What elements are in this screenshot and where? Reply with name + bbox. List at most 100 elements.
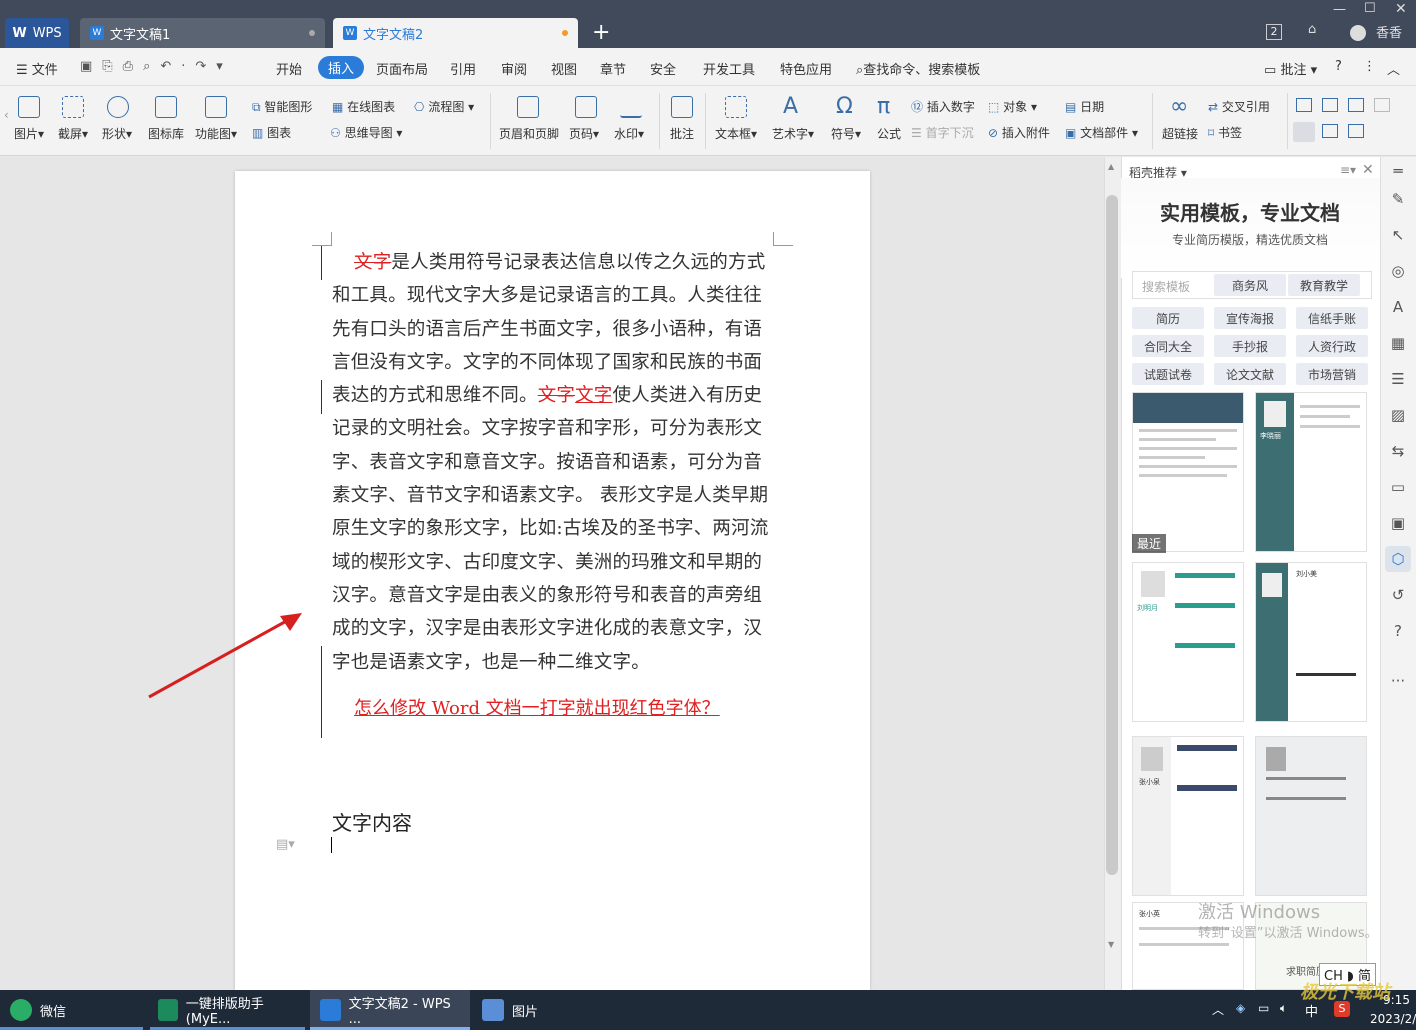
- header-footer-button[interactable]: 页眉和页脚: [499, 125, 559, 142]
- tray-network-icon[interactable]: ◈: [1236, 1001, 1245, 1015]
- smart-shape-button[interactable]: ⧉ 智能图形: [252, 98, 312, 115]
- box-icon[interactable]: ▭: [1389, 478, 1407, 496]
- attachment-button[interactable]: ⊘ 插入附件: [988, 124, 1050, 141]
- window-count-badge[interactable]: 2: [1266, 24, 1282, 40]
- mindmap-button[interactable]: ⚇ 思维导图 ▾: [330, 124, 402, 141]
- menu-home[interactable]: 开始: [276, 59, 302, 78]
- user-name[interactable]: 香香: [1376, 22, 1402, 41]
- skin-icon[interactable]: ⌂: [1308, 22, 1316, 37]
- formula-button[interactable]: 公式: [877, 125, 901, 142]
- panel-menu-icon[interactable]: ≡▾: [1340, 163, 1356, 177]
- tag-education[interactable]: 教育教学: [1288, 274, 1360, 296]
- menu-review[interactable]: 审阅: [501, 59, 527, 78]
- paste-options-icon[interactable]: ▤▾: [276, 837, 295, 852]
- new-tab-button[interactable]: +: [592, 20, 610, 45]
- menu-page-layout[interactable]: 页面布局: [376, 59, 428, 78]
- hyperlink-button[interactable]: 超链接: [1162, 125, 1198, 142]
- tag-thesis[interactable]: 论文文献: [1214, 363, 1286, 385]
- layout-icon-5-active[interactable]: [1293, 122, 1315, 142]
- layout-icon-6[interactable]: [1322, 124, 1338, 138]
- help-icon[interactable]: ?: [1335, 59, 1342, 74]
- cursor-icon[interactable]: ↖: [1389, 226, 1407, 244]
- taskbar-myeditor[interactable]: 一键排版助手(MyE...: [148, 990, 306, 1030]
- shape-button[interactable]: 形状▾: [102, 125, 132, 142]
- menu-developer[interactable]: 开发工具: [703, 59, 755, 78]
- menu-chapter[interactable]: 章节: [600, 59, 626, 78]
- page-number-button[interactable]: 页码▾: [569, 125, 599, 142]
- taskbar-wechat[interactable]: 微信: [0, 990, 76, 1030]
- collapse-ribbon-icon[interactable]: ︿: [1387, 59, 1400, 78]
- template-thumbnail[interactable]: 李晓丽: [1255, 392, 1367, 552]
- toolbar-handle-icon[interactable]: ═: [1389, 162, 1407, 180]
- menu-view[interactable]: 视图: [551, 59, 577, 78]
- tag-poster[interactable]: 宣传海报: [1214, 307, 1286, 329]
- shapes-icon[interactable]: ◎: [1389, 262, 1407, 280]
- chart-button[interactable]: ▥ 图表: [252, 124, 291, 141]
- scroll-down-icon[interactable]: ▼: [1108, 940, 1114, 949]
- text-style-icon[interactable]: A: [1389, 298, 1407, 316]
- body-paragraph[interactable]: 文字是人类用符号记录表达信息以传之久远的方式和工具。现代文字大多是记录语言的工具…: [332, 246, 777, 679]
- bookmark-button[interactable]: ⌑ 书签: [1208, 124, 1242, 141]
- layout-icon-1[interactable]: [1296, 98, 1312, 112]
- taskbar-photos[interactable]: 图片: [472, 990, 632, 1030]
- tag-exam[interactable]: 试题试卷: [1132, 363, 1204, 385]
- maximize-button[interactable]: ☐: [1364, 1, 1376, 16]
- history-icon[interactable]: ↺: [1389, 586, 1407, 604]
- layout-icon-7[interactable]: [1348, 124, 1364, 138]
- tag-business[interactable]: 商务风: [1214, 274, 1286, 296]
- menu-references[interactable]: 引用: [450, 59, 476, 78]
- tag-marketing[interactable]: 市场营销: [1296, 363, 1368, 385]
- close-button[interactable]: ✕: [1395, 1, 1407, 17]
- volume-icon[interactable]: 🔈︎: [1280, 1001, 1287, 1016]
- help-panel-icon[interactable]: ?: [1389, 622, 1407, 640]
- template-thumbnail[interactable]: 刘小美: [1255, 562, 1367, 722]
- icon-library-button[interactable]: 图标库: [148, 125, 184, 142]
- tray-expand-icon[interactable]: ︿: [1212, 1001, 1224, 1018]
- tab-document-2[interactable]: W 文字文稿2: [333, 18, 578, 48]
- picture-button[interactable]: 图片▾: [14, 125, 44, 142]
- tray-display-icon[interactable]: ▭: [1258, 1001, 1269, 1015]
- screenshot-button[interactable]: 截屏▾: [58, 125, 88, 142]
- panel-close-icon[interactable]: ✕: [1362, 162, 1374, 178]
- template-thumbnail[interactable]: 刘明月: [1132, 562, 1244, 722]
- minimize-button[interactable]: —: [1333, 2, 1346, 17]
- layout-icon-3[interactable]: [1348, 98, 1364, 112]
- template-thumbnail[interactable]: [1255, 736, 1367, 896]
- tag-resume[interactable]: 简历: [1132, 307, 1204, 329]
- online-chart-button[interactable]: ▦ 在线图表: [332, 98, 395, 115]
- image-search-icon[interactable]: ▨: [1389, 406, 1407, 424]
- document-parts-button[interactable]: ▣ 文档部件 ▾: [1065, 124, 1138, 141]
- tab-document-1[interactable]: W 文字文稿1: [80, 18, 325, 48]
- command-search[interactable]: ⌕查找命令、搜索模板: [856, 59, 980, 78]
- symbol-button[interactable]: 符号▾: [831, 125, 861, 142]
- adjust-icon[interactable]: ☰: [1389, 370, 1407, 388]
- scroll-thumb[interactable]: [1106, 195, 1118, 875]
- more-icon[interactable]: ⋮: [1363, 59, 1376, 74]
- table-icon[interactable]: ▦: [1389, 334, 1407, 352]
- comment-button[interactable]: ▭ 批注 ▾: [1264, 59, 1317, 78]
- menu-security[interactable]: 安全: [650, 59, 676, 78]
- object-button[interactable]: ⬚ 对象 ▾: [988, 98, 1037, 115]
- more-panel-icon[interactable]: ···: [1389, 672, 1407, 690]
- tag-letter[interactable]: 信纸手账: [1296, 307, 1368, 329]
- annotation-button[interactable]: 批注: [670, 125, 694, 142]
- heading-text[interactable]: 文字内容: [332, 807, 412, 836]
- pen-icon[interactable]: ✎: [1389, 190, 1407, 208]
- red-question-line[interactable]: 怎么修改 Word 文档一打字就出现红色字体？: [354, 694, 720, 720]
- template-thumbnail[interactable]: 张小泉: [1132, 736, 1244, 896]
- cross-reference-button[interactable]: ⇄ 交叉引用: [1208, 98, 1270, 115]
- picture-panel-icon[interactable]: ▣: [1389, 514, 1407, 532]
- menu-insert[interactable]: 插入: [318, 56, 365, 79]
- date-button[interactable]: ▤ 日期: [1065, 98, 1104, 115]
- template-search-input[interactable]: 搜索模板: [1142, 278, 1190, 295]
- wordart-button[interactable]: 艺术字▾: [772, 125, 814, 142]
- textbox-button[interactable]: 文本框▾: [715, 125, 757, 142]
- wps-home-tab[interactable]: W WPS: [5, 18, 69, 48]
- tag-hr[interactable]: 人资行政: [1296, 335, 1368, 357]
- avatar[interactable]: [1350, 25, 1366, 41]
- taskbar-wps-document[interactable]: 文字文稿2 - WPS ...: [310, 990, 470, 1030]
- tag-contract[interactable]: 合同大全: [1132, 335, 1204, 357]
- layout-icon-2[interactable]: [1322, 98, 1338, 112]
- function-chart-button[interactable]: 功能图▾: [195, 125, 237, 142]
- scroll-up-icon[interactable]: ▲: [1108, 162, 1114, 171]
